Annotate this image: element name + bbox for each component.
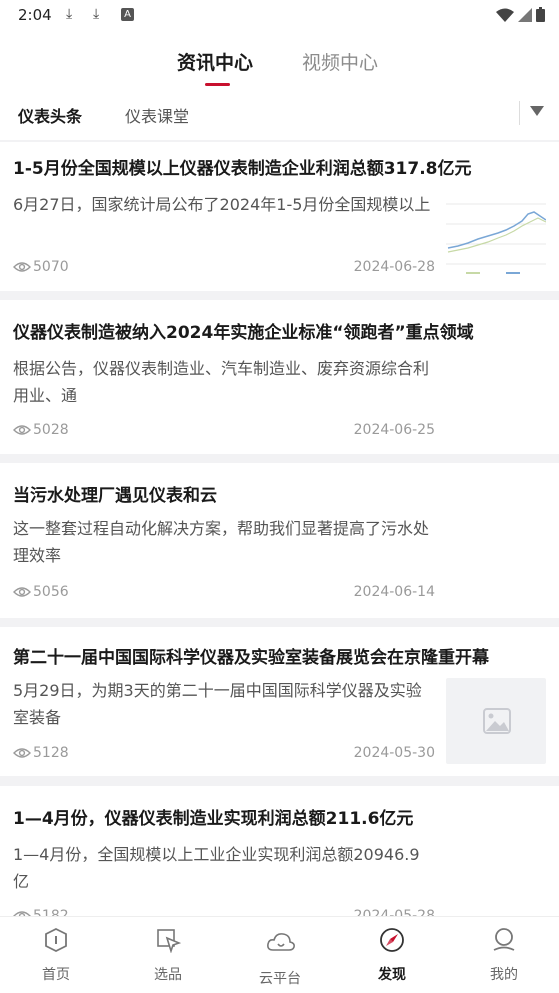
download-icon: ⤓	[93, 6, 100, 22]
article-title[interactable]: 仪器仪表制造被纳入2024年实施企业标准“领跑者”重点领域	[13, 318, 474, 343]
article-feed[interactable]: 1-5月份全国规模以上仪器仪表制造企业利润总额317.8亿元 6月27日，国家统…	[0, 140, 559, 916]
article-title[interactable]: 1—4月份，仪器仪表制造业实现利润总额211.6亿元	[13, 804, 413, 829]
article-card[interactable]: 仪器仪表制造被纳入2024年实施企业标准“领跑者”重点领域 根据公告，仪器仪表制…	[0, 300, 559, 454]
article-card[interactable]: 当污水处理厂遇见仪表和云 这一整套过程自动化解决方案，帮助我们显著提高了污水处理…	[0, 463, 559, 618]
article-meta: 5182 2024-05-28	[13, 907, 435, 916]
status-time: 2:04	[18, 6, 52, 24]
article-thumbnail-chart	[446, 196, 546, 282]
view-count: 5070	[33, 259, 69, 275]
tab-instrument-classroom[interactable]: 仪表课堂	[125, 103, 189, 127]
article-summary: 这一整套过程自动化解决方案，帮助我们显著提高了污水处理效率	[13, 519, 430, 565]
signal-icon	[518, 7, 532, 22]
sub-tab-bar: 仪表头条 仪表课堂	[0, 92, 559, 140]
publish-date: 2024-05-28	[353, 908, 435, 916]
view-count: 5128	[33, 745, 69, 761]
nav-label: 我的	[490, 967, 518, 983]
publish-date: 2024-06-28	[353, 259, 435, 275]
article-title[interactable]: 当污水处理厂遇见仪表和云	[13, 481, 217, 506]
article-summary: 1—4月份，全国规模以上工业企业实现利润总额20946.9亿	[13, 845, 420, 891]
publish-date: 2024-05-30	[353, 745, 435, 761]
publish-date: 2024-06-25	[353, 422, 435, 438]
view-count: 5182	[33, 908, 69, 916]
nav-label: 发现	[378, 967, 406, 983]
nav-label: 选品	[154, 967, 182, 983]
battery-icon	[536, 7, 545, 22]
eye-icon	[13, 748, 31, 758]
info-icon	[45, 927, 67, 953]
article-card[interactable]: 1—4月份，仪器仪表制造业实现利润总额211.6亿元 1—4月份，全国规模以上工…	[0, 786, 559, 916]
article-card[interactable]: 第二十一届中国国际科学仪器及实验室装备展览会在京隆重开幕 5月29日，为期3天的…	[0, 627, 559, 776]
article-meta: 5056 2024-06-14	[13, 583, 435, 603]
bottom-nav: 首页 选品 云平台 发现 我的	[0, 916, 559, 993]
nav-discover[interactable]: 发现	[336, 917, 448, 993]
compass-icon	[380, 928, 404, 952]
tab-video-center[interactable]: 视频中心	[302, 48, 378, 75]
download-icon: ⤓	[66, 6, 73, 22]
divider	[519, 101, 520, 125]
image-placeholder-icon	[446, 678, 546, 764]
nav-label: 云平台	[259, 971, 301, 987]
nav-select-products[interactable]: 选品	[112, 917, 224, 993]
eye-icon	[13, 262, 31, 272]
article-meta: 5070 2024-06-28	[13, 258, 435, 278]
view-count: 5028	[33, 422, 69, 438]
tab-instrument-headlines[interactable]: 仪表头条	[18, 103, 82, 127]
nav-profile[interactable]: 我的	[448, 917, 559, 993]
view-count: 5056	[33, 584, 69, 600]
eye-icon	[13, 425, 31, 435]
article-meta: 5028 2024-06-25	[13, 421, 435, 441]
system-status-icons	[496, 7, 545, 22]
article-title[interactable]: 第二十一届中国国际科学仪器及实验室装备展览会在京隆重开幕	[13, 643, 489, 668]
publish-date: 2024-06-14	[353, 584, 435, 600]
user-icon	[493, 928, 515, 951]
top-tab-bar: 资讯中心 视频中心	[0, 30, 559, 92]
status-bar: 2:04 ⤓ ⤓ A	[0, 0, 559, 30]
expand-tabs-dropdown-icon[interactable]	[530, 106, 544, 116]
nav-home[interactable]: 首页	[0, 917, 112, 993]
wifi-icon	[496, 8, 514, 22]
article-meta: 5128 2024-05-30	[13, 744, 435, 764]
keyboard-icon: A	[121, 8, 134, 21]
eye-icon	[13, 587, 31, 597]
article-summary: 6月27日，国家统计局公布了2024年1-5月份全国规模以上	[13, 195, 431, 214]
article-summary: 根据公告，仪器仪表制造业、汽车制造业、废弃资源综合利用业、通	[13, 359, 430, 405]
article-card[interactable]: 1-5月份全国规模以上仪器仪表制造企业利润总额317.8亿元 6月27日，国家统…	[0, 142, 559, 291]
cloud-icon	[267, 933, 295, 951]
article-title[interactable]: 1-5月份全国规模以上仪器仪表制造企业利润总额317.8亿元	[13, 154, 471, 179]
nav-cloud-platform[interactable]: 云平台	[224, 917, 336, 993]
tab-news-center[interactable]: 资讯中心	[177, 48, 253, 75]
article-summary: 5月29日，为期3天的第二十一届中国国际科学仪器及实验室装备	[13, 681, 422, 727]
nav-label: 首页	[42, 967, 70, 983]
cursor-select-icon	[157, 929, 181, 953]
active-tab-indicator	[205, 83, 230, 86]
